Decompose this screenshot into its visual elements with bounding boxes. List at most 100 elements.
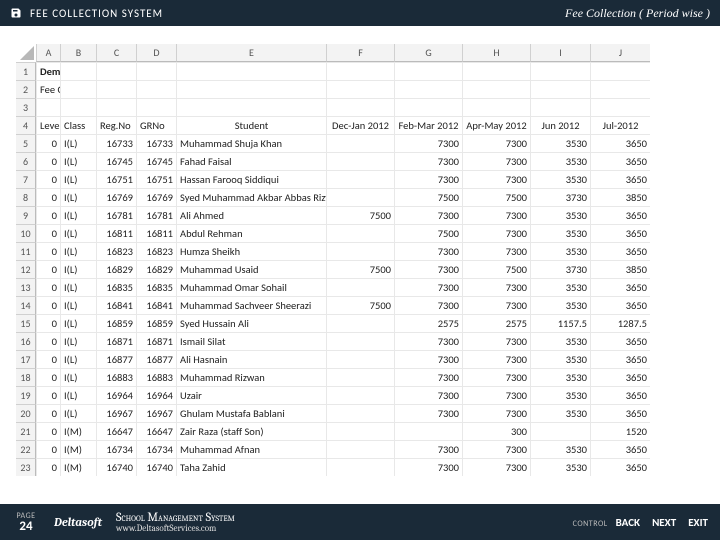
hdr-level[interactable]: Level bbox=[36, 116, 60, 134]
cell-grno[interactable]: 16964 bbox=[136, 386, 176, 404]
cell[interactable] bbox=[96, 98, 136, 116]
cell[interactable] bbox=[36, 98, 60, 116]
cell-regno[interactable]: 16835 bbox=[96, 278, 136, 296]
cell-period[interactable] bbox=[326, 188, 394, 206]
cell-period[interactable]: 7300 bbox=[462, 170, 530, 188]
col-header-F[interactable]: F bbox=[326, 44, 394, 62]
cell-period[interactable] bbox=[326, 314, 394, 332]
hdr-p4[interactable]: Jun 2012 bbox=[530, 116, 590, 134]
cell-grno[interactable]: 16811 bbox=[136, 224, 176, 242]
row-header[interactable]: 21 bbox=[16, 422, 36, 440]
row-header[interactable]: 5 bbox=[16, 134, 36, 152]
row-header[interactable]: 11 bbox=[16, 242, 36, 260]
cell-period[interactable]: 7300 bbox=[462, 134, 530, 152]
row-header[interactable]: 3 bbox=[16, 98, 36, 116]
cell[interactable] bbox=[394, 98, 462, 116]
cell[interactable] bbox=[176, 98, 326, 116]
cell-period[interactable] bbox=[326, 422, 394, 440]
cell-period[interactable]: 3530 bbox=[530, 404, 590, 422]
cell-period[interactable]: 7300 bbox=[462, 386, 530, 404]
cell[interactable] bbox=[394, 62, 462, 80]
cell-period[interactable]: 3530 bbox=[530, 278, 590, 296]
cell-regno[interactable]: 16733 bbox=[96, 134, 136, 152]
cell-period[interactable]: 3530 bbox=[530, 458, 590, 476]
cell-period[interactable]: 3530 bbox=[530, 242, 590, 260]
cell-class[interactable]: I(L) bbox=[60, 278, 96, 296]
cell-regno[interactable]: 16647 bbox=[96, 422, 136, 440]
cell[interactable] bbox=[136, 62, 176, 80]
cell-student[interactable]: Ismail Silat bbox=[176, 332, 326, 350]
cell-regno[interactable]: 16859 bbox=[96, 314, 136, 332]
cell-period[interactable] bbox=[326, 458, 394, 476]
cell-class[interactable]: I(L) bbox=[60, 134, 96, 152]
row-header[interactable]: 1 bbox=[16, 62, 36, 80]
cell-grno[interactable]: 16841 bbox=[136, 296, 176, 314]
cell-period[interactable] bbox=[326, 368, 394, 386]
hdr-p5[interactable]: Jul-2012 bbox=[590, 116, 650, 134]
cell-period[interactable]: 3650 bbox=[590, 386, 650, 404]
cell-period[interactable]: 3650 bbox=[590, 224, 650, 242]
row-header[interactable]: 10 bbox=[16, 224, 36, 242]
cell-period[interactable] bbox=[326, 350, 394, 368]
hdr-p1[interactable]: Dec-Jan 2012 bbox=[326, 116, 394, 134]
cell-period[interactable]: 3530 bbox=[530, 224, 590, 242]
cell[interactable] bbox=[530, 80, 590, 98]
cell-student[interactable]: Fahad Faisal bbox=[176, 152, 326, 170]
row-header[interactable]: 15 bbox=[16, 314, 36, 332]
cell-period[interactable]: 7300 bbox=[462, 368, 530, 386]
cell-period[interactable]: 3850 bbox=[590, 260, 650, 278]
cell[interactable] bbox=[326, 80, 394, 98]
cell-period[interactable]: 300 bbox=[462, 422, 530, 440]
cell-regno[interactable]: 16883 bbox=[96, 368, 136, 386]
col-header-H[interactable]: H bbox=[462, 44, 530, 62]
cell-class[interactable]: I(M) bbox=[60, 440, 96, 458]
cell-level[interactable]: 0 bbox=[36, 350, 60, 368]
cell-period[interactable]: 3530 bbox=[530, 332, 590, 350]
cell-level[interactable]: 0 bbox=[36, 206, 60, 224]
cell-level[interactable]: 0 bbox=[36, 440, 60, 458]
row-header[interactable]: 7 bbox=[16, 170, 36, 188]
cell[interactable] bbox=[326, 62, 394, 80]
cell-period[interactable]: 7500 bbox=[462, 188, 530, 206]
cell-regno[interactable]: 16781 bbox=[96, 206, 136, 224]
cell-period[interactable]: 3650 bbox=[590, 440, 650, 458]
cell-level[interactable]: 0 bbox=[36, 386, 60, 404]
cell-student[interactable]: Ali Ahmed bbox=[176, 206, 326, 224]
cell-level[interactable]: 0 bbox=[36, 458, 60, 476]
cell[interactable] bbox=[176, 62, 326, 80]
cell-class[interactable]: I(L) bbox=[60, 296, 96, 314]
cell-period[interactable]: 7300 bbox=[394, 296, 462, 314]
cell-period[interactable]: 7300 bbox=[394, 170, 462, 188]
cell-period[interactable]: 3530 bbox=[530, 350, 590, 368]
cell-grno[interactable]: 16781 bbox=[136, 206, 176, 224]
cell-regno[interactable]: 16877 bbox=[96, 350, 136, 368]
cell-period[interactable] bbox=[326, 278, 394, 296]
cell-period[interactable]: 3650 bbox=[590, 206, 650, 224]
cell-level[interactable]: 0 bbox=[36, 242, 60, 260]
cell-period[interactable]: 7300 bbox=[462, 242, 530, 260]
hdr-student[interactable]: Student bbox=[176, 116, 326, 134]
cell-period[interactable]: 7300 bbox=[394, 386, 462, 404]
select-all-triangle[interactable] bbox=[16, 44, 36, 62]
cell-grno[interactable]: 16745 bbox=[136, 152, 176, 170]
cell-student[interactable]: Ali Hasnain bbox=[176, 350, 326, 368]
cell-period[interactable]: 3650 bbox=[590, 296, 650, 314]
cell-regno[interactable]: 16841 bbox=[96, 296, 136, 314]
cell-student[interactable]: Taha Zahid bbox=[176, 458, 326, 476]
hdr-p2[interactable]: Feb-Mar 2012 bbox=[394, 116, 462, 134]
cell-student[interactable]: Humza Sheikh bbox=[176, 242, 326, 260]
row-header[interactable]: 19 bbox=[16, 386, 36, 404]
col-header-A[interactable]: A bbox=[36, 44, 60, 62]
cell-level[interactable]: 0 bbox=[36, 422, 60, 440]
cell[interactable] bbox=[590, 98, 650, 116]
cell-period[interactable]: 3530 bbox=[530, 386, 590, 404]
back-button[interactable]: BACK bbox=[616, 516, 640, 529]
cell-student[interactable]: Muhammad Sachveer Sheerazi bbox=[176, 296, 326, 314]
cell-period[interactable]: 7500 bbox=[326, 260, 394, 278]
cell-period[interactable]: 3650 bbox=[590, 170, 650, 188]
cell-period[interactable]: 7500 bbox=[394, 224, 462, 242]
cell-student[interactable]: Abdul Rehman bbox=[176, 224, 326, 242]
cell-student[interactable]: Muhammad Shuja Khan bbox=[176, 134, 326, 152]
cell-regno[interactable]: 16967 bbox=[96, 404, 136, 422]
cell-regno[interactable]: 16871 bbox=[96, 332, 136, 350]
